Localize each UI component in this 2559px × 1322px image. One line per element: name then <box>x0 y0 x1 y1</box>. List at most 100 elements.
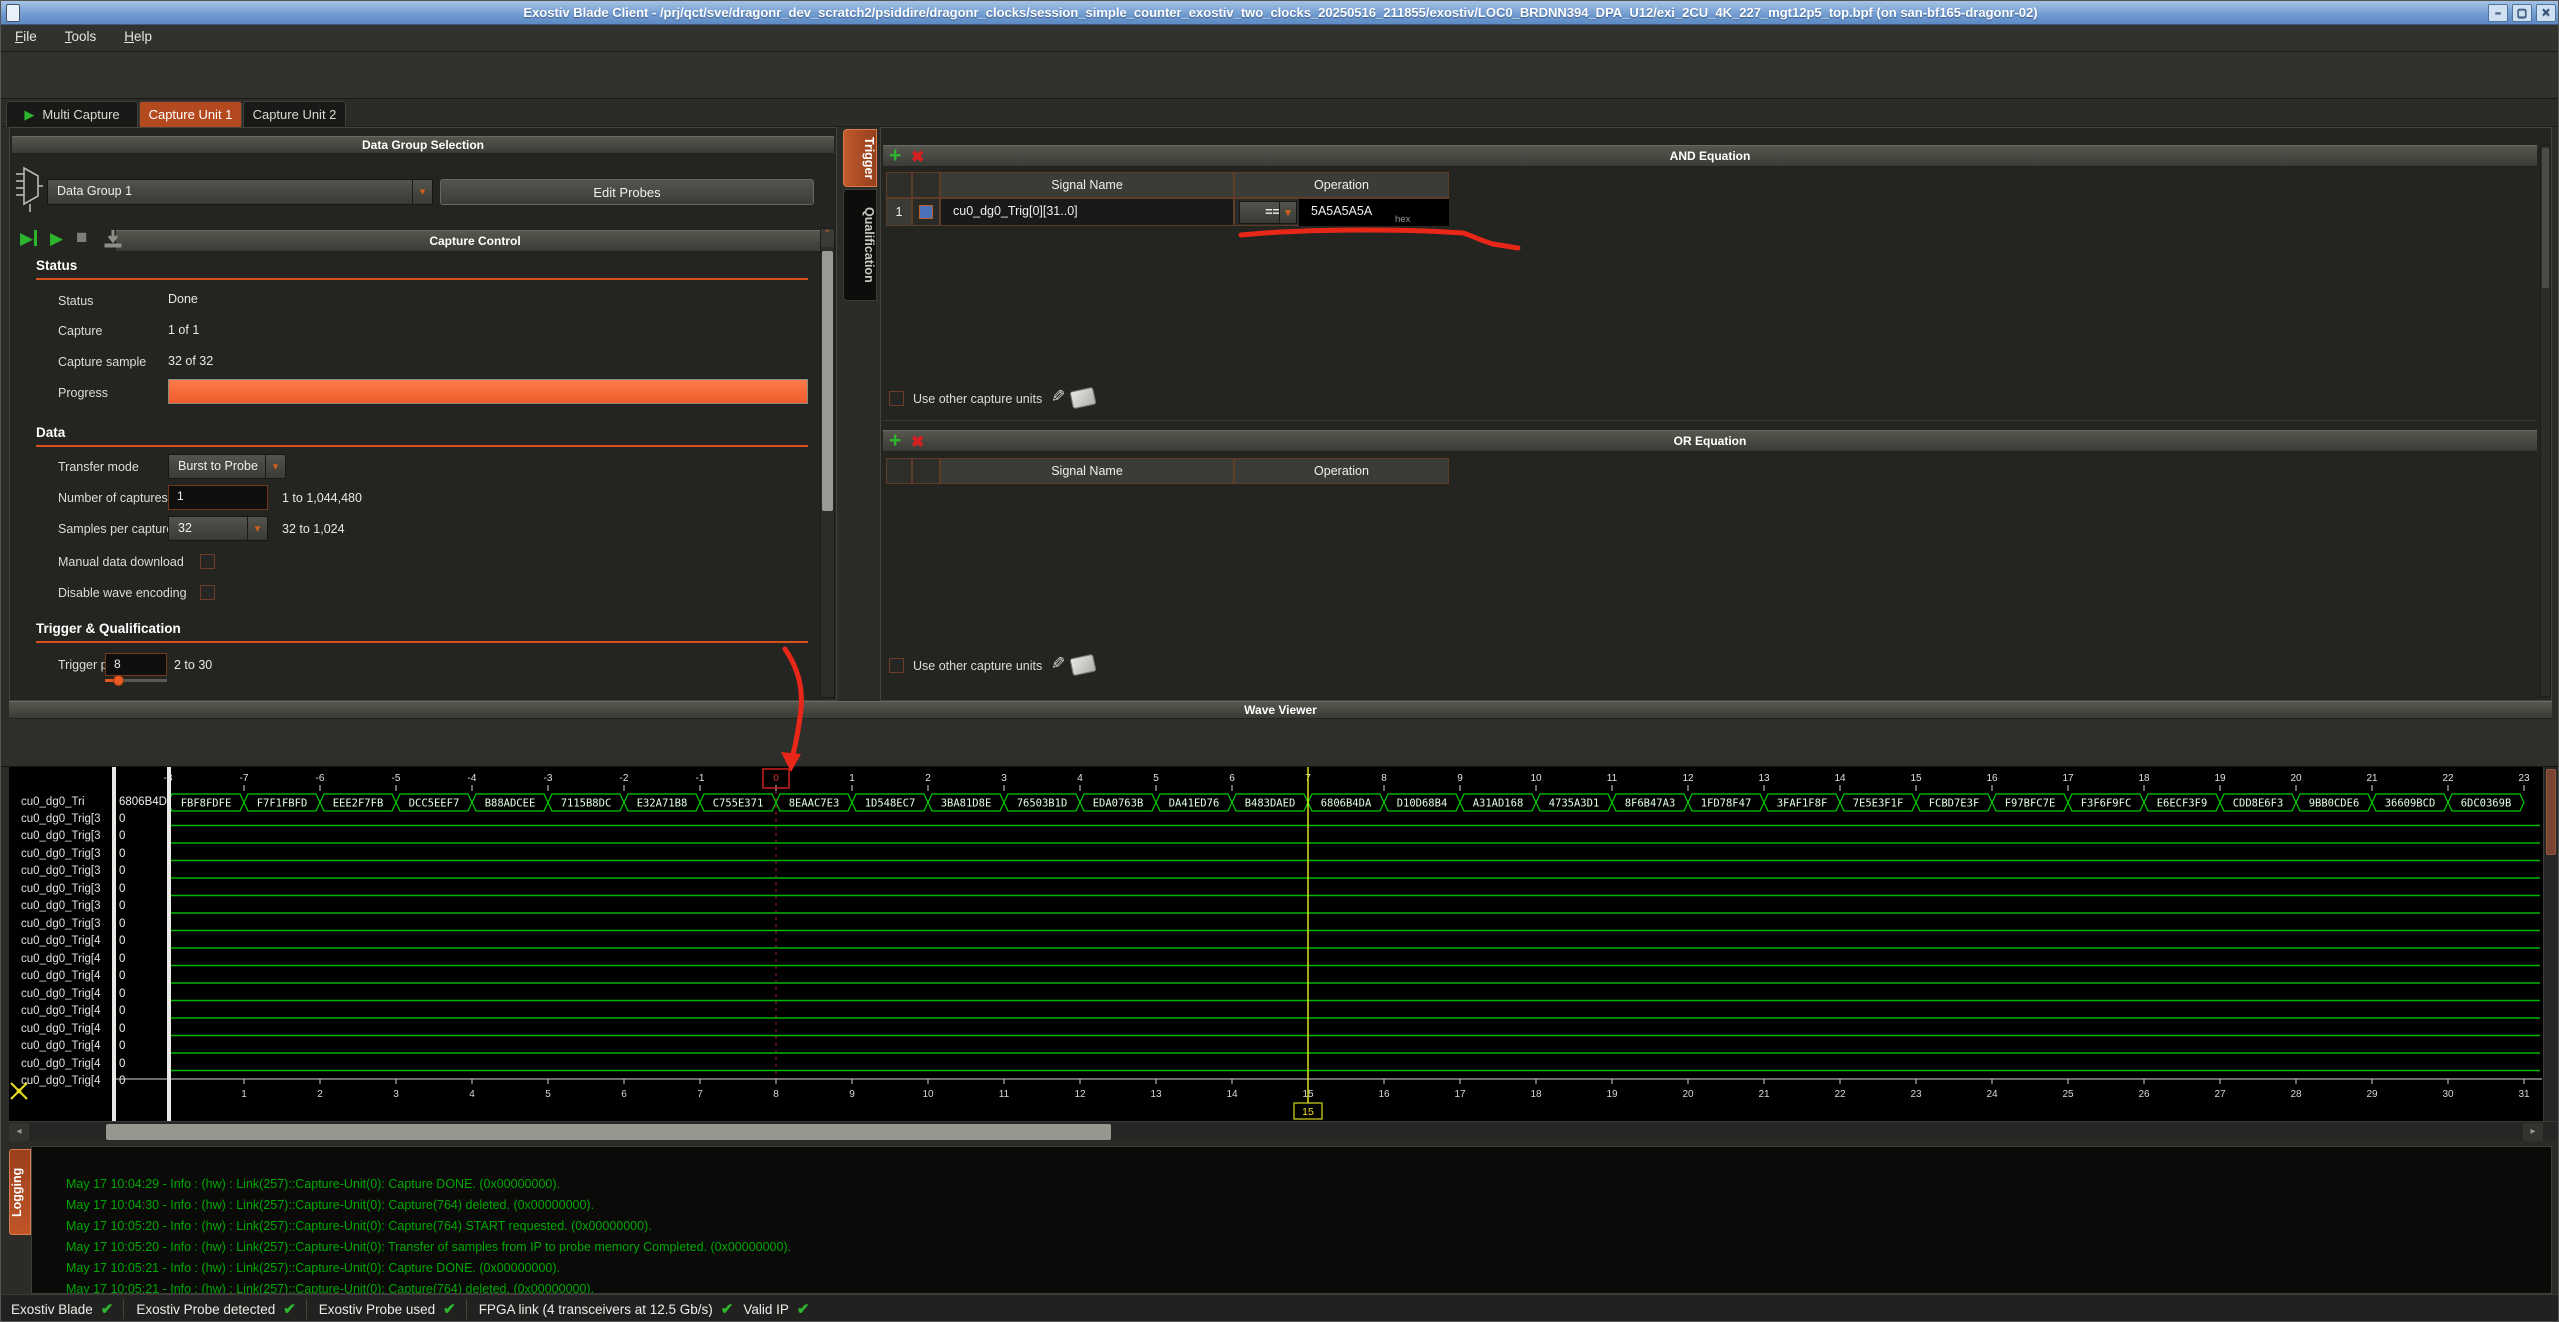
signal-bus[interactable]: cu0_dg0_Tri <box>21 796 113 812</box>
trigger-position-slider[interactable] <box>105 679 167 682</box>
eraser-icon[interactable] <box>1069 387 1096 410</box>
svg-text:18: 18 <box>2138 773 2150 784</box>
svg-text:15: 15 <box>1302 1106 1314 1118</box>
signal-bit[interactable]: cu0_dg0_Trig[4 <box>21 935 113 951</box>
window-title: Exostiv Blade Client - /prj/qct/sve/drag… <box>523 5 2037 20</box>
svg-text:28: 28 <box>2290 1089 2302 1100</box>
run-all-icon[interactable]: ▶ <box>20 229 37 249</box>
svg-text:21: 21 <box>2366 773 2378 784</box>
svg-text:FCBD7E3F: FCBD7E3F <box>1929 798 1980 810</box>
svg-text:14: 14 <box>1834 773 1846 784</box>
add-or-term-icon[interactable]: + <box>889 432 901 450</box>
close-button[interactable]: ✕ <box>2536 4 2556 22</box>
operation-select[interactable]: == ▾ <box>1239 201 1297 224</box>
signal-bit[interactable]: cu0_dg0_Trig[4 <box>21 1058 113 1074</box>
stop-capture-icon[interactable]: ■ <box>76 227 87 249</box>
minimize-button[interactable]: – <box>2488 4 2508 22</box>
signal-bit[interactable]: cu0_dg0_Trig[4 <box>21 988 113 1004</box>
scrollbar-thumb[interactable] <box>822 251 833 511</box>
svg-text:15: 15 <box>1302 1089 1314 1100</box>
tab-logging[interactable]: Logging <box>9 1149 31 1235</box>
status-value: Done <box>168 292 198 306</box>
signal-bit[interactable]: cu0_dg0_Trig[3 <box>21 813 113 829</box>
wave-vscrollbar[interactable] <box>2543 767 2557 1121</box>
num-captures-input[interactable]: 1 <box>168 485 268 510</box>
signal-bit-value: 0 <box>119 848 169 864</box>
signal-bit[interactable]: cu0_dg0_Trig[4 <box>21 970 113 986</box>
slider-handle[interactable] <box>113 675 124 686</box>
menu-file[interactable]: File <box>1 25 51 44</box>
delete-term-icon[interactable]: ✖ <box>911 149 924 167</box>
svg-text:9BB0CDE6: 9BB0CDE6 <box>2309 798 2360 810</box>
maximize-button[interactable]: ▢ <box>2512 4 2532 22</box>
edit-probes-button[interactable]: Edit Probes <box>440 179 814 205</box>
and-row-signal[interactable]: cu0_dg0_Trig[0][31..0] <box>940 198 1234 226</box>
run-capture-icon[interactable]: ▶ <box>50 229 63 249</box>
svg-text:8F6B47A3: 8F6B47A3 <box>1625 798 1676 810</box>
svg-text:13: 13 <box>1150 1089 1162 1100</box>
svg-text:-3: -3 <box>544 773 553 784</box>
scroll-right-icon[interactable]: ▸ <box>2523 1123 2543 1141</box>
signal-bit[interactable]: cu0_dg0_Trig[3 <box>21 830 113 846</box>
delete-or-term-icon[interactable]: ✖ <box>911 434 924 452</box>
name-column-splitter[interactable] <box>112 767 116 1121</box>
operation-value-input[interactable]: 5A5A5A5A <box>1299 199 1449 226</box>
svg-text:30: 30 <box>2442 1089 2454 1100</box>
title-bar[interactable]: Exostiv Blade Client - /prj/qct/sve/drag… <box>1 1 2559 25</box>
value-column-splitter[interactable] <box>167 767 171 1121</box>
vscroll-thumb[interactable] <box>2546 769 2556 855</box>
tab-capture-unit-1[interactable]: Capture Unit 1 <box>139 101 242 127</box>
menu-tools[interactable]: Tools <box>51 25 111 44</box>
and-row-enable-cell[interactable] <box>912 198 940 226</box>
tab-trigger[interactable]: Trigger <box>843 129 877 187</box>
disable-wave-checkbox[interactable] <box>200 585 215 600</box>
signal-bit[interactable]: cu0_dg0_Trig[3 <box>21 865 113 881</box>
or-use-other-checkbox[interactable] <box>889 658 904 673</box>
svg-text:11: 11 <box>999 1089 1010 1100</box>
signal-bit[interactable]: cu0_dg0_Trig[4 <box>21 953 113 969</box>
signal-bit-value: 0 <box>119 988 169 1004</box>
samples-per-capture-select[interactable]: 32 ▾ <box>168 516 268 541</box>
and-use-other-checkbox[interactable] <box>889 391 904 406</box>
pencil-icon[interactable]: ✎ <box>1051 654 1065 674</box>
data-group-select[interactable]: Data Group 1 ▾ <box>47 179 433 205</box>
tab-multi-capture[interactable]: ▶Multi Capture <box>6 101 138 127</box>
svg-text:7E5E3F1F: 7E5E3F1F <box>1853 798 1904 810</box>
signal-bit[interactable]: cu0_dg0_Trig[3 <box>21 900 113 916</box>
add-term-icon[interactable]: + <box>889 147 901 165</box>
svg-text:F97BFC7E: F97BFC7E <box>2005 798 2056 810</box>
enable-checkbox[interactable] <box>919 205 933 219</box>
trigger-position-input[interactable]: 8 <box>105 653 167 676</box>
capture-tab-bar: ▶Multi CaptureCapture Unit 1Capture Unit… <box>1 99 2559 127</box>
scroll-left-icon[interactable]: ◂ <box>9 1123 29 1141</box>
tab-capture-unit-2[interactable]: Capture Unit 2 <box>243 101 346 127</box>
signal-bit[interactable]: cu0_dg0_Trig[4 <box>21 1005 113 1021</box>
download-data-icon[interactable] <box>102 228 124 255</box>
tab-qualification[interactable]: Qualification <box>843 189 877 301</box>
trigger-panel-scrollbar[interactable] <box>2540 145 2551 697</box>
signal-bit[interactable]: cu0_dg0_Trig[4 <box>21 1040 113 1056</box>
manual-download-checkbox[interactable] <box>200 554 215 569</box>
wave-hscrollbar[interactable]: ◂ ▸ <box>9 1121 2557 1141</box>
svg-text:3: 3 <box>1001 773 1007 784</box>
log-output[interactable]: May 17 10:04:29 - Info : (hw) : Link(257… <box>31 1146 2552 1294</box>
signal-bit[interactable]: cu0_dg0_Trig[3 <box>21 883 113 899</box>
svg-text:36609BCD: 36609BCD <box>2385 798 2436 810</box>
hscroll-thumb[interactable] <box>106 1124 1111 1140</box>
signal-bit[interactable]: cu0_dg0_Trig[3 <box>21 848 113 864</box>
scroll-up-icon[interactable]: ⌃ <box>821 229 834 247</box>
settings-scrollbar[interactable]: ⌃ <box>820 228 835 698</box>
signal-bit[interactable]: cu0_dg0_Trig[4 <box>21 1023 113 1039</box>
signal-bit[interactable]: cu0_dg0_Trig[3 <box>21 918 113 934</box>
transfer-mode-select[interactable]: Burst to Probe ▾ <box>168 454 286 479</box>
signal-bit[interactable]: cu0_dg0_Trig[4 <box>21 1075 113 1091</box>
operation-base-label: hex <box>1395 214 1410 225</box>
eraser-icon[interactable] <box>1069 654 1096 677</box>
trigger-position-range: 2 to 30 <box>174 658 212 672</box>
cursor-crosshair-icon[interactable] <box>9 1081 29 1106</box>
waveform-area[interactable]: cu0_dg0_Tri6806B4DAcu0_dg0_Trig[30cu0_dg… <box>9 767 2557 1141</box>
svg-text:76503B1D: 76503B1D <box>1017 798 1068 810</box>
pencil-icon[interactable]: ✎ <box>1051 387 1065 407</box>
svg-text:E32A71B8: E32A71B8 <box>637 798 688 810</box>
menu-help[interactable]: Help <box>110 25 166 44</box>
